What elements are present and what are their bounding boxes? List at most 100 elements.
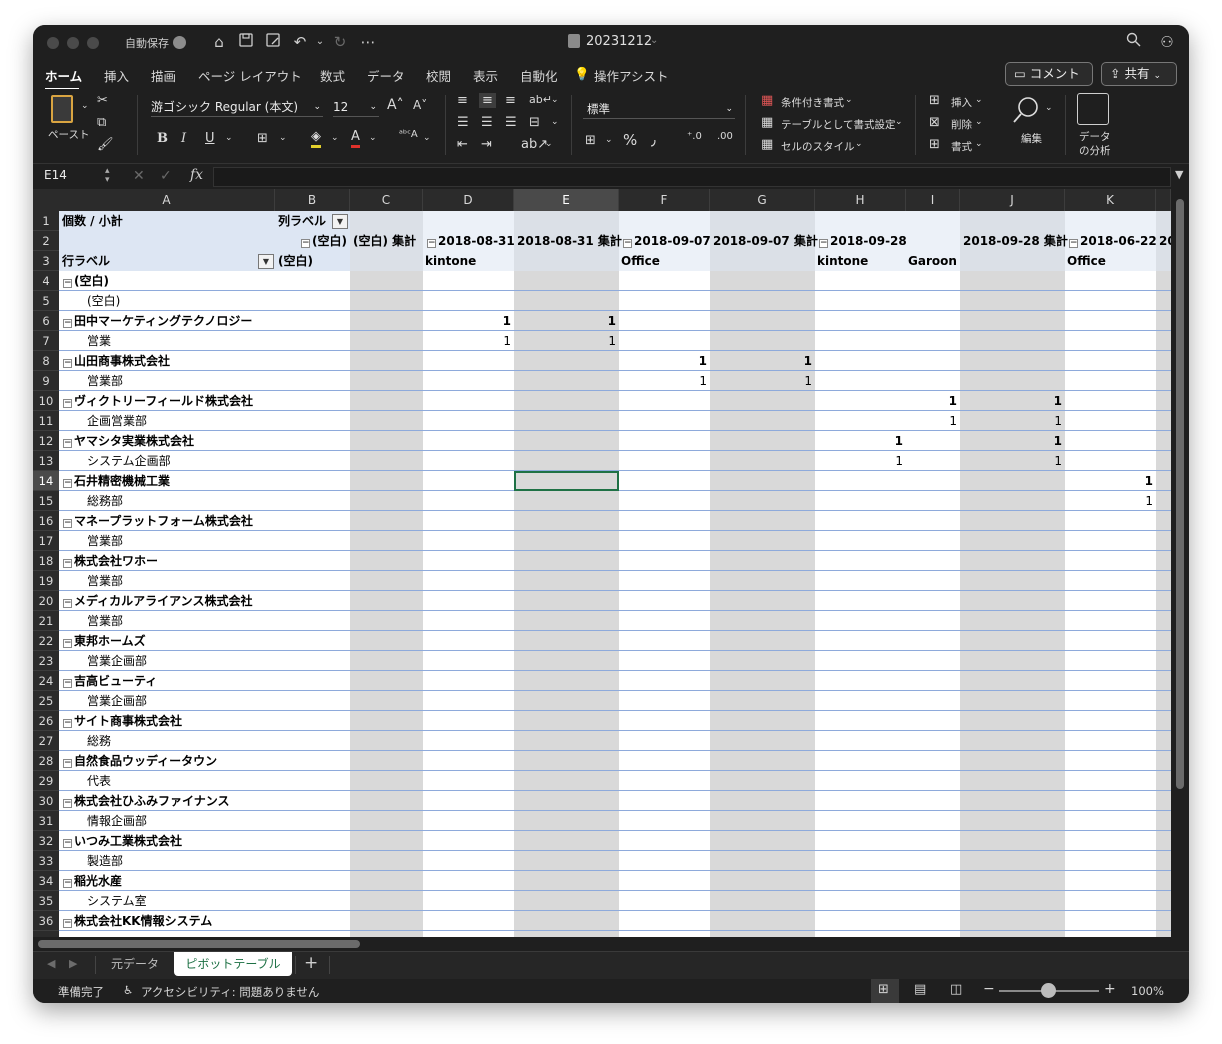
- select-all-corner[interactable]: [33, 189, 59, 211]
- collapse-icon[interactable]: −: [63, 799, 72, 808]
- pivot-value-cell[interactable]: 1: [453, 331, 511, 351]
- collapse-icon[interactable]: −: [623, 239, 632, 248]
- collapse-icon[interactable]: −: [427, 239, 436, 248]
- row-header[interactable]: 9: [33, 371, 59, 391]
- pivot-item-label[interactable]: 営業部: [87, 531, 123, 551]
- row-labels-filter-button[interactable]: ▼: [258, 254, 274, 269]
- decrease-decimal-icon[interactable]: .00: [717, 131, 733, 142]
- row-header[interactable]: 20: [33, 591, 59, 611]
- col-label-blank[interactable]: − (空白): [273, 231, 347, 251]
- row-header[interactable]: 17: [33, 531, 59, 551]
- horizontal-scrollbar[interactable]: [33, 937, 1171, 951]
- comma-style-icon[interactable]: ٫: [651, 131, 656, 149]
- row-header[interactable]: 31: [33, 811, 59, 831]
- tab-automate[interactable]: 自動化: [520, 66, 558, 85]
- align-center-icon[interactable]: ☰: [481, 115, 493, 130]
- align-middle-icon[interactable]: ≡: [479, 93, 496, 108]
- row-header[interactable]: 28: [33, 751, 59, 771]
- cut-icon[interactable]: ✂: [97, 93, 108, 108]
- zoom-out-icon[interactable]: −: [983, 981, 995, 997]
- merge-center-icon[interactable]: ⊟: [529, 115, 540, 130]
- save-as-icon[interactable]: [263, 32, 283, 52]
- pivot-group-label[interactable]: − サイト商事株式会社: [63, 711, 182, 731]
- col-label-2018-09-07[interactable]: −2018-09-07: [623, 231, 711, 251]
- vertical-scrollbar[interactable]: [1171, 189, 1189, 937]
- row-header[interactable]: 26: [33, 711, 59, 731]
- tab-draw[interactable]: 描画: [151, 66, 176, 85]
- col-label-2018-09-28[interactable]: −2018-09-28: [819, 231, 907, 251]
- pivot-item-label[interactable]: 営業部: [87, 611, 123, 631]
- col-label-2018-08-31[interactable]: −2018-08-31: [427, 231, 515, 251]
- row-header[interactable]: 1: [33, 211, 59, 231]
- save-icon[interactable]: [236, 32, 256, 52]
- phonetic-icon[interactable]: ᵃᵇᶜA: [399, 129, 418, 140]
- collapse-icon[interactable]: −: [63, 479, 72, 488]
- currency-format-icon[interactable]: ⊞: [585, 133, 596, 148]
- align-right-icon[interactable]: ☰: [505, 115, 517, 130]
- tab-data[interactable]: データ: [367, 66, 405, 85]
- account-icon[interactable]: ⚇: [1157, 32, 1177, 52]
- column-header[interactable]: [1156, 189, 1171, 211]
- pivot-value-cell[interactable]: 1: [1004, 431, 1062, 451]
- autosave-toggle[interactable]: [173, 36, 186, 49]
- collapse-icon[interactable]: −: [63, 519, 72, 528]
- row-header[interactable]: 7: [33, 331, 59, 351]
- pivot-group-label[interactable]: − 吉高ビューティ: [63, 671, 157, 691]
- font-color-icon[interactable]: A: [351, 129, 360, 148]
- pivot-item-label[interactable]: システム室: [87, 891, 147, 911]
- pivot-value-cell[interactable]: 1: [649, 351, 707, 371]
- paste-icon[interactable]: [51, 95, 73, 123]
- row-header[interactable]: 22: [33, 631, 59, 651]
- column-labels-header[interactable]: 列ラベル: [278, 211, 326, 231]
- row-header[interactable]: 6: [33, 311, 59, 331]
- home-icon[interactable]: ⌂: [209, 32, 229, 52]
- pivot-group-label[interactable]: − ヤマシタ実業株式会社: [63, 431, 194, 451]
- zoom-level[interactable]: 100%: [1131, 984, 1164, 998]
- enter-icon[interactable]: ✓: [160, 168, 172, 184]
- column-header[interactable]: K: [1065, 189, 1156, 211]
- collapse-icon[interactable]: −: [63, 879, 72, 888]
- pivot-group-label[interactable]: − 石井精密機械工業: [63, 471, 170, 491]
- accessibility-status[interactable]: アクセシビリティ: 問題ありません: [141, 984, 319, 1000]
- pivot-item-label[interactable]: 営業部: [87, 571, 123, 591]
- pivot-value-cell[interactable]: 1: [1095, 491, 1153, 511]
- collapse-icon[interactable]: −: [63, 559, 72, 568]
- row-header[interactable]: 13: [33, 451, 59, 471]
- pivot-item-label[interactable]: 総務部: [87, 491, 123, 511]
- pivot-item-label[interactable]: 営業: [87, 331, 111, 351]
- column-header[interactable]: G: [710, 189, 815, 211]
- more-icon[interactable]: ⋯: [358, 32, 378, 52]
- pivot-item-label[interactable]: 営業企画部: [87, 691, 147, 711]
- tab-insert[interactable]: 挿入: [104, 66, 129, 85]
- row-header[interactable]: 15: [33, 491, 59, 511]
- collapse-icon[interactable]: −: [63, 399, 72, 408]
- pivot-item-label[interactable]: 代表: [87, 771, 111, 791]
- document-title[interactable]: 20231212: [586, 34, 652, 49]
- formula-input[interactable]: [213, 167, 1171, 187]
- row-header[interactable]: 25: [33, 691, 59, 711]
- fill-color-icon[interactable]: ◈: [311, 129, 321, 148]
- zoom-slider-thumb[interactable]: [1041, 983, 1056, 998]
- minimize-window-button[interactable]: [67, 37, 79, 49]
- row-header[interactable]: 30: [33, 791, 59, 811]
- row-header[interactable]: 21: [33, 611, 59, 631]
- row-header[interactable]: 14: [33, 471, 59, 491]
- pivot-group-label[interactable]: − マネープラットフォーム株式会社: [63, 511, 253, 531]
- row-header[interactable]: 5: [33, 291, 59, 311]
- collapse-icon[interactable]: −: [63, 719, 72, 728]
- row-header[interactable]: 10: [33, 391, 59, 411]
- increase-font-icon[interactable]: A˄: [387, 97, 404, 113]
- row-header[interactable]: 36: [33, 911, 59, 931]
- row-header[interactable]: 12: [33, 431, 59, 451]
- collapse-icon[interactable]: −: [63, 279, 72, 288]
- pivot-group-label[interactable]: − 株式会社KK情報システム: [63, 911, 212, 931]
- column-header[interactable]: A: [59, 189, 275, 211]
- row-header[interactable]: 4: [33, 271, 59, 291]
- pivot-value-cell[interactable]: 1: [899, 411, 957, 431]
- copy-icon[interactable]: ⧉: [97, 115, 106, 130]
- row-header[interactable]: 32: [33, 831, 59, 851]
- pivot-item-label[interactable]: 企画営業部: [87, 411, 147, 431]
- column-header[interactable]: D: [423, 189, 514, 211]
- increase-indent-icon[interactable]: ⇥: [481, 137, 492, 152]
- border-chevron-icon[interactable]: ⌄: [279, 133, 287, 143]
